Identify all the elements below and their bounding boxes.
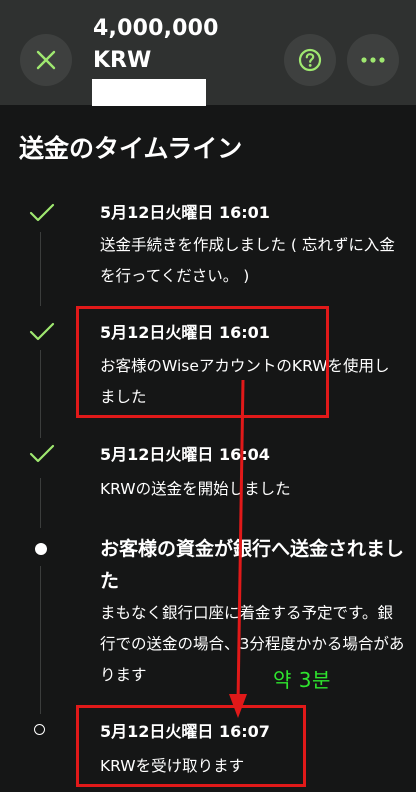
timeline-connector	[40, 350, 41, 438]
step-timestamp: 5月12日火曜日 16:07	[100, 722, 270, 741]
step-timestamp: 5月12日火曜日 16:01	[100, 203, 270, 222]
pending-step-circle-icon	[34, 724, 45, 735]
step-description: 送金手続きを作成しました ( 忘れずに入金を行ってください。 )	[100, 236, 395, 285]
check-icon	[29, 203, 55, 222]
check-icon	[29, 444, 55, 463]
timeline-connector	[40, 478, 41, 528]
check-icon	[29, 322, 55, 341]
timeline-connector	[40, 232, 41, 306]
timeline-connector	[40, 566, 41, 714]
step-description: お客様のWiseアカウントのKRWを使用しました	[100, 357, 390, 406]
step-description: KRWを受け取ります	[100, 757, 245, 775]
step-heading: お客様の資金が銀行へ送金されました	[100, 538, 405, 592]
annotation-note: 약 3분	[273, 668, 331, 692]
step-timestamp: 5月12日火曜日 16:04	[100, 445, 270, 464]
step-timestamp: 5月12日火曜日 16:01	[100, 323, 270, 342]
step-description: KRWの送金を開始しました	[100, 480, 291, 498]
transfer-timeline: 5月12日火曜日 16:01 送金手続きを作成しました ( 忘れずに入金を行って…	[0, 0, 416, 792]
step-description: まもなく銀行口座に着金する予定です。銀行での送金の場合、3分程度かかる場合があり…	[100, 604, 405, 684]
current-step-dot-icon	[35, 543, 47, 555]
